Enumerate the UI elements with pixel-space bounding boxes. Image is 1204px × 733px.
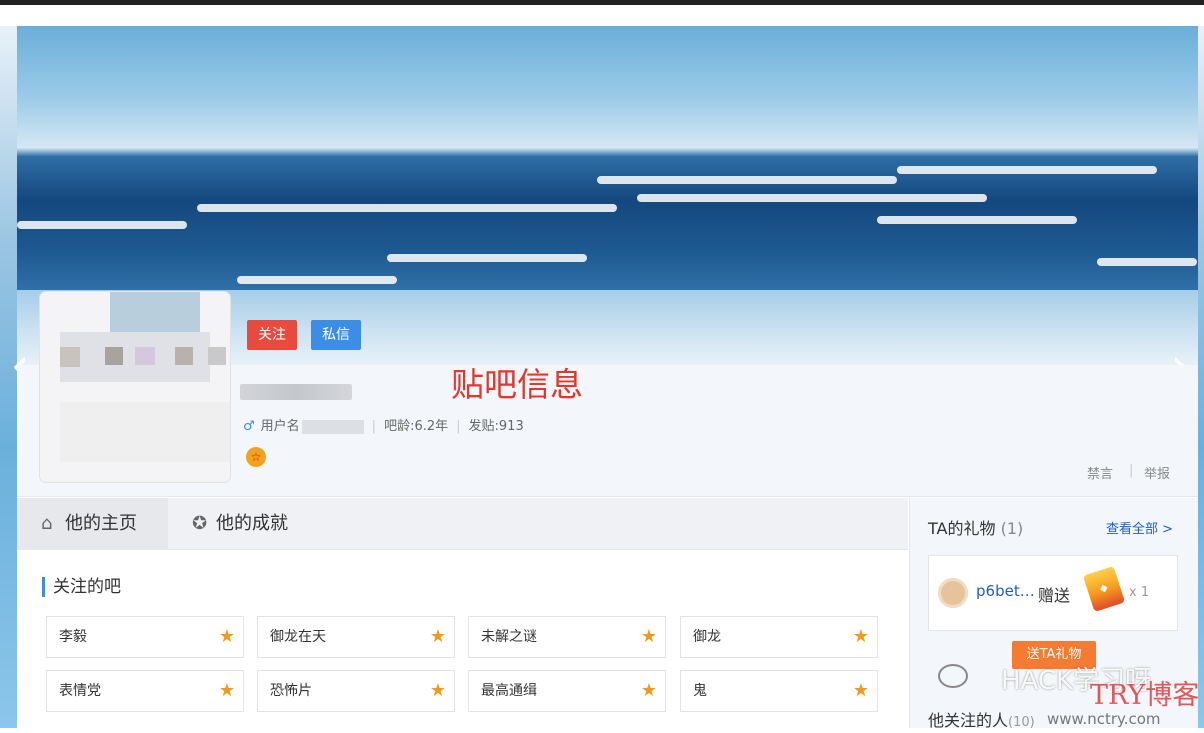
gifts-title: TA的礼物 (1) <box>928 515 1023 539</box>
username-blurred <box>240 384 352 400</box>
profile-meta: ♂ 用户名 | 吧龄:6.2年 | 发贴:913 <box>243 419 524 434</box>
forum-item-label: 未解之谜 <box>481 629 537 645</box>
gifts-title-label: TA的礼物 <box>928 519 996 538</box>
forum-item[interactable]: 未解之谜 ★ <box>468 616 666 658</box>
tab-achievements-label: 他的成就 <box>216 513 288 534</box>
profile-tabs: ⌂ 他的主页 ✪ 他的成就 <box>17 498 908 550</box>
annotation-label: 贴吧信息 <box>451 365 583 404</box>
forum-item[interactable]: 御龙 ★ <box>680 616 878 658</box>
following-title: 他关注的人(10) <box>928 707 1035 731</box>
gifts-count: (1) <box>1000 519 1024 538</box>
post-count: 发贴:913 <box>468 419 524 434</box>
gift-sender-avatar[interactable] <box>938 578 968 608</box>
following-count: (10) <box>1008 715 1035 730</box>
wechat-icon <box>938 664 968 688</box>
watermark-brand: TRY博客 <box>1090 680 1200 711</box>
mute-link[interactable]: 禁言 <box>1087 463 1113 482</box>
star-icon: ★ <box>640 680 658 701</box>
forum-item[interactable]: 御龙在天 ★ <box>257 616 455 658</box>
see-all-gifts-link[interactable]: 查看全部 > <box>1106 518 1173 537</box>
page-background-right <box>1198 26 1204 728</box>
forum-item[interactable]: 最高通缉 ★ <box>468 670 666 712</box>
forum-item-label: 恐怖片 <box>270 683 312 699</box>
star-icon: ★ <box>429 680 447 701</box>
profile-banner <box>17 26 1198 316</box>
forum-item[interactable]: 恐怖片 ★ <box>257 670 455 712</box>
home-icon: ⌂ <box>41 513 53 534</box>
forum-item[interactable]: 表情党 ★ <box>46 670 244 712</box>
tab-homepage[interactable]: ⌂ 他的主页 <box>17 498 168 550</box>
male-icon: ♂ <box>243 419 255 434</box>
star-icon: ★ <box>852 626 870 647</box>
username-value-blurred <box>301 419 364 434</box>
star-icon: ★ <box>852 680 870 701</box>
medal-icon: ✪ <box>192 513 208 534</box>
following-title-label: 他关注的人 <box>928 711 1009 730</box>
forum-item-label: 鬼 <box>693 683 707 699</box>
star-icon: ★ <box>429 626 447 647</box>
star-icon: ★ <box>218 680 236 701</box>
forum-item-label: 最高通缉 <box>481 683 537 699</box>
gift-verb: 赠送 <box>1038 586 1071 605</box>
tab-homepage-label: 他的主页 <box>65 513 137 534</box>
tab-achievements[interactable]: ✪ 他的成就 <box>168 498 318 550</box>
followed-forums-title: 关注的吧 <box>42 577 121 597</box>
watermark-url: www.nctry.com <box>1047 710 1161 728</box>
gift-quantity: x 1 <box>1129 585 1150 600</box>
forum-item-label: 御龙在天 <box>270 629 326 645</box>
honor-badge-icon[interactable]: ☆ <box>246 447 266 467</box>
gift-sender-name[interactable]: p6bet… <box>976 582 1035 600</box>
forum-item-label: 御龙 <box>693 629 721 645</box>
forum-item[interactable]: 李毅 ★ <box>46 616 244 658</box>
forum-item-label: 表情党 <box>59 683 101 699</box>
username-label: 用户名 <box>260 419 300 434</box>
message-button[interactable]: 私信 <box>311 320 361 350</box>
forum-item-label: 李毅 <box>59 629 87 645</box>
star-icon: ★ <box>640 626 658 647</box>
star-icon: ★ <box>218 626 236 647</box>
separator: | <box>1129 463 1134 478</box>
forum-item[interactable]: 鬼 ★ <box>680 670 878 712</box>
report-link[interactable]: 举报 <box>1144 463 1170 482</box>
follow-button[interactable]: 关注 <box>247 320 297 350</box>
forum-age: 吧龄:6.2年 <box>384 419 449 434</box>
avatar[interactable] <box>40 292 230 482</box>
